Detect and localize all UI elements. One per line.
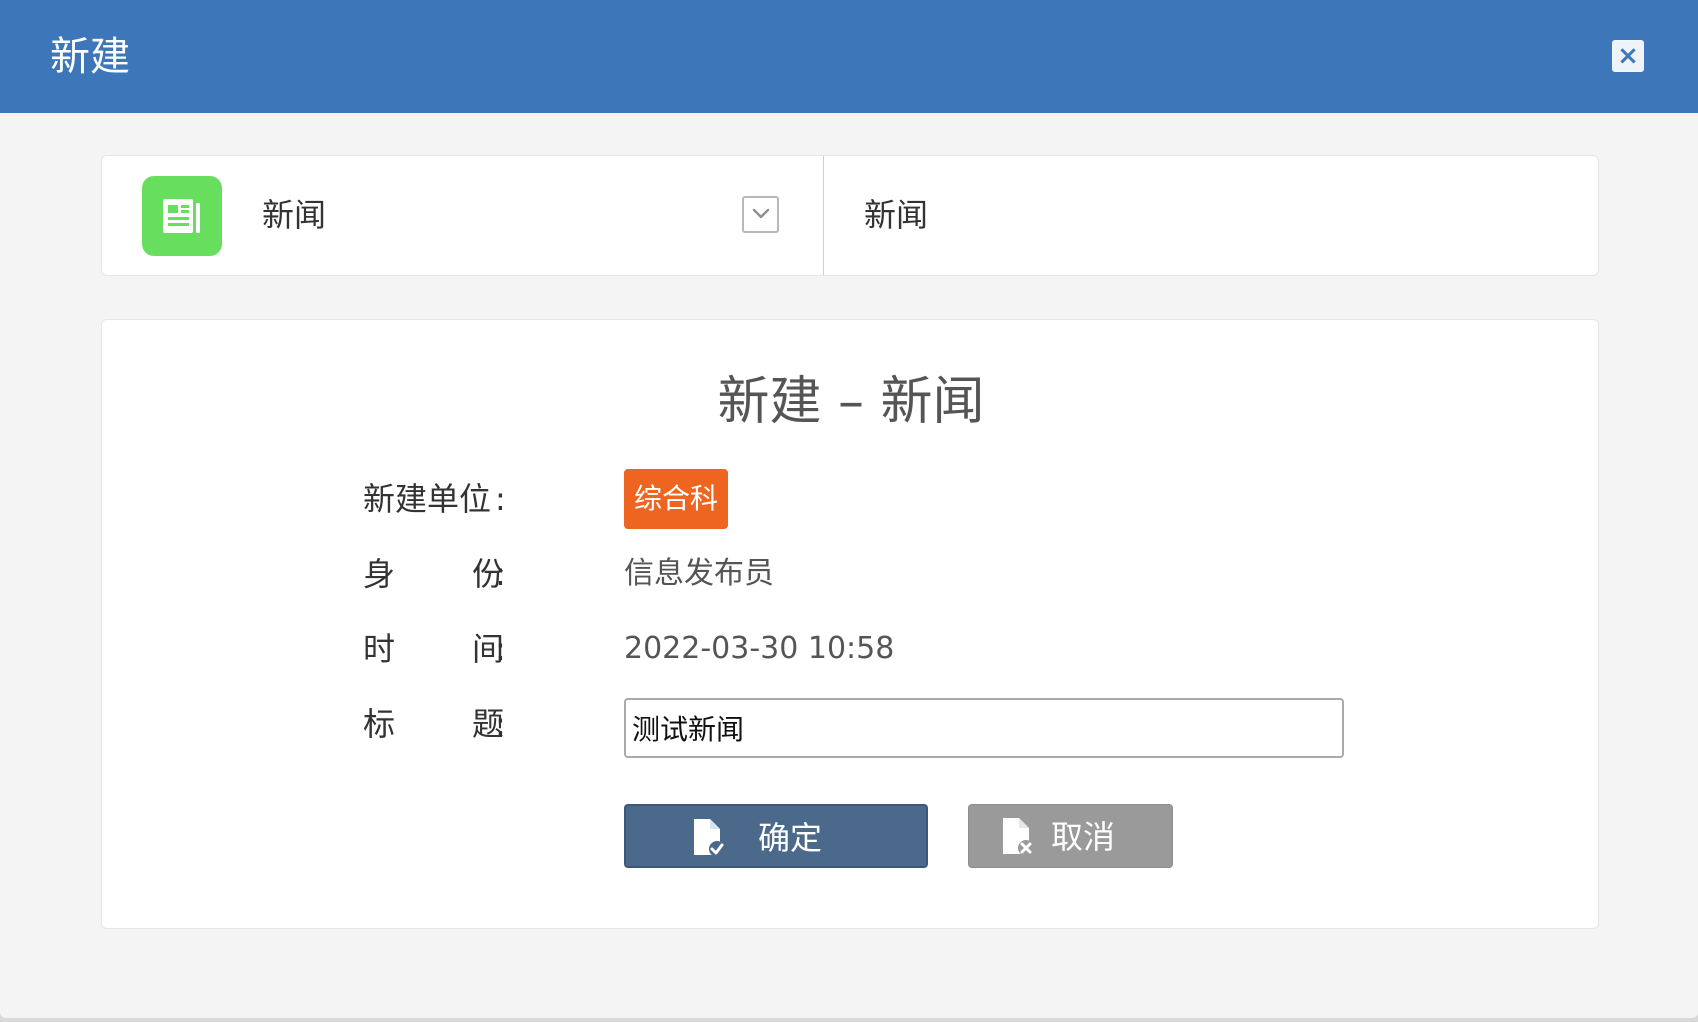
title-input[interactable] <box>624 698 1344 758</box>
close-button[interactable]: × <box>1612 40 1644 72</box>
time-colon: : <box>495 630 506 668</box>
identity-value: 信息发布员 <box>624 556 774 591</box>
current-type-value: 新闻 <box>864 196 929 234</box>
type-selector-bar: 新闻 新闻 <box>101 155 1599 276</box>
confirm-label: 确定 <box>758 819 823 857</box>
cancel-button[interactable]: 取消 <box>968 804 1173 868</box>
document-check-icon <box>694 819 725 857</box>
dialog-header: 新建 × <box>0 0 1698 113</box>
dialog-title: 新建 <box>50 34 130 80</box>
creator-unit-badge: 综合科 <box>624 469 728 529</box>
chevron-down-icon <box>752 208 770 219</box>
news-form-card: 新建 – 新闻 新建单位 : 综合科 身 份 : 信息发布员 时 间 : 202… <box>101 319 1599 929</box>
identity-colon: : <box>495 555 506 593</box>
time-value: 2022-03-30 10:58 <box>624 631 895 666</box>
title-colon: : <box>495 705 506 743</box>
news-icon <box>142 176 222 256</box>
type-dropdown-button[interactable] <box>742 196 779 233</box>
creator-unit-colon: : <box>495 480 506 518</box>
type-select-label[interactable]: 新闻 <box>262 193 326 237</box>
title-label-char-1: 标 <box>363 705 396 743</box>
dialog-bottom-edge <box>0 1018 1698 1022</box>
time-label-char-1: 时 <box>363 630 396 668</box>
close-icon: × <box>1617 41 1639 71</box>
form-title: 新建 – 新闻 <box>717 372 985 432</box>
identity-label-char-1: 身 <box>363 555 396 593</box>
new-item-dialog: 新建 × 新闻 新闻 新建 – 新闻 新建单位: 综合科 身 份: 信息发布… <box>0 0 1698 1018</box>
document-x-icon <box>1003 818 1034 856</box>
type-divider <box>823 156 824 275</box>
cancel-label: 取消 <box>1051 818 1116 856</box>
confirm-button[interactable]: 确定 <box>624 804 928 868</box>
